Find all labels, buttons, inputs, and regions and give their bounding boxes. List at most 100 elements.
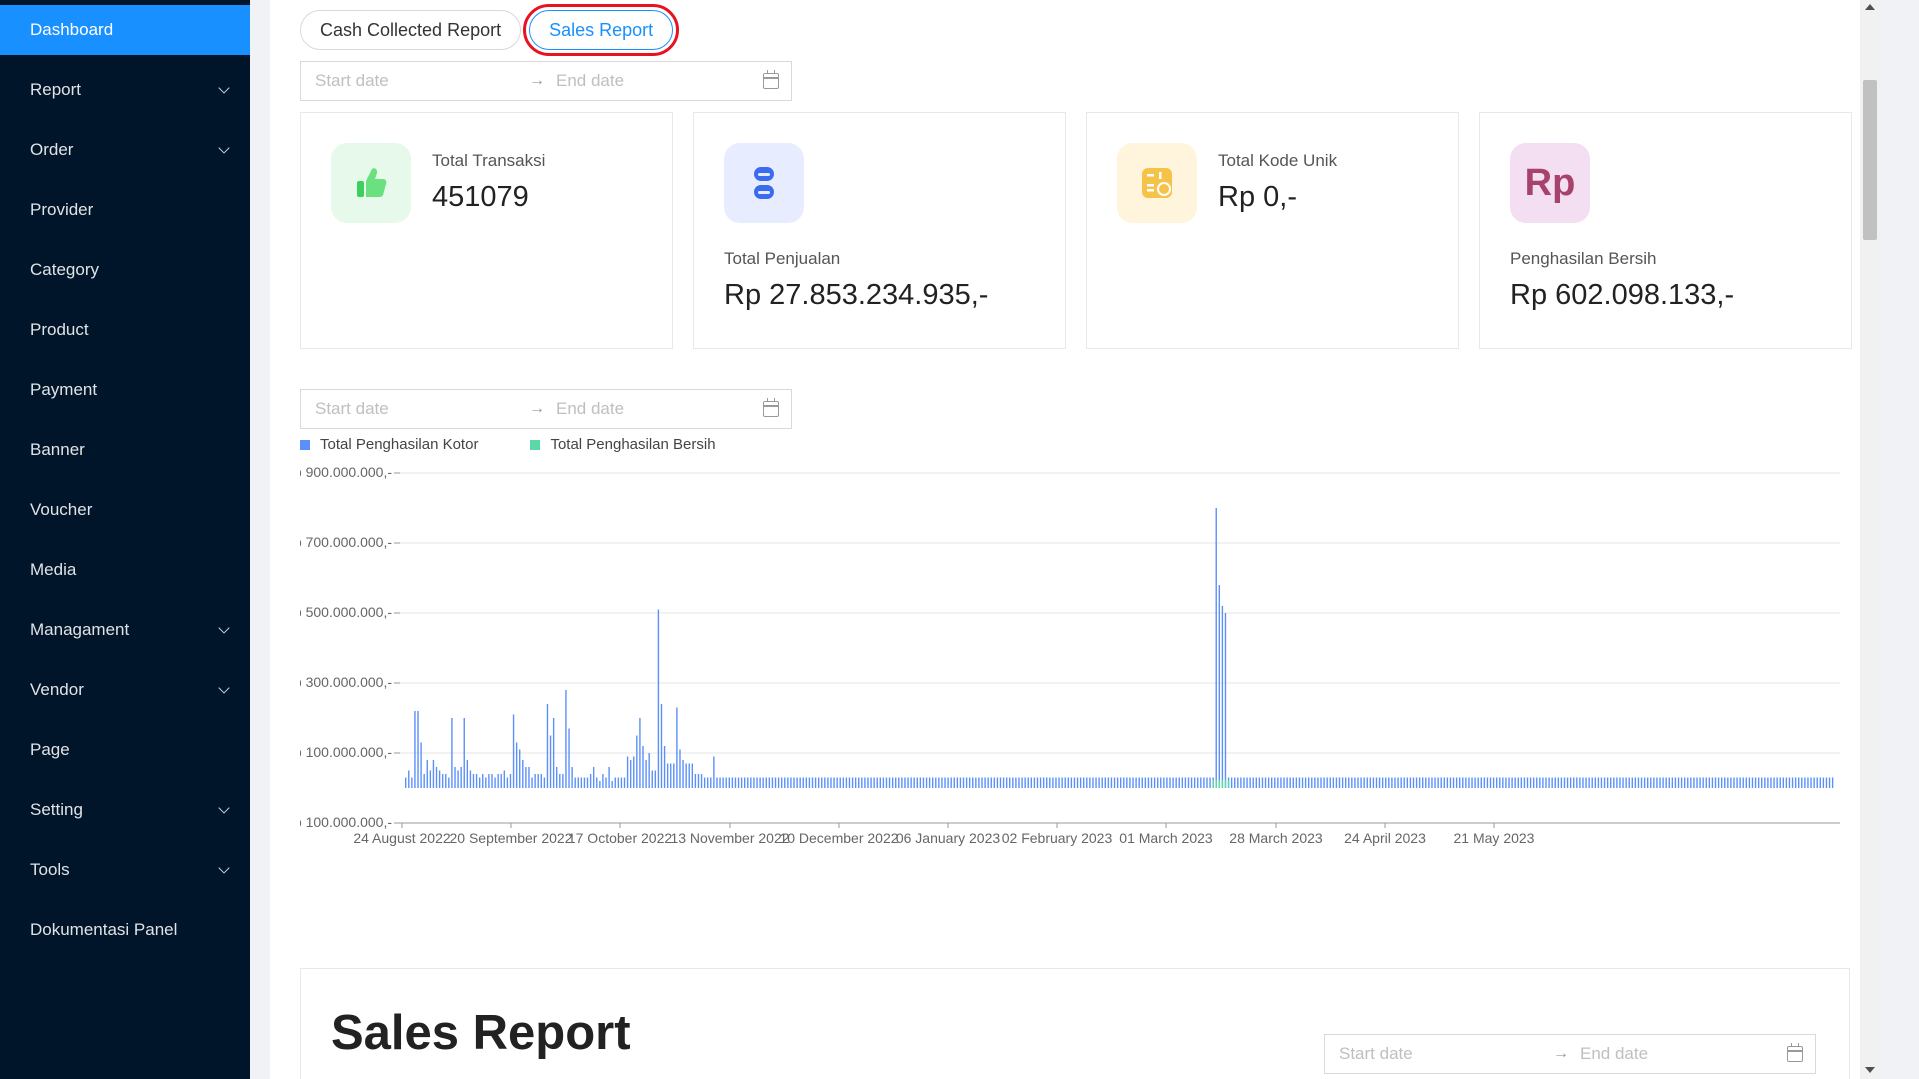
bar-kotor <box>1049 777 1051 788</box>
card-total-transaksi: Total Transaksi 451079 <box>300 112 673 349</box>
bar-kotor <box>1012 777 1014 788</box>
bar-kotor <box>568 728 570 788</box>
bar-kotor <box>814 777 817 788</box>
bar-kotor <box>1274 777 1276 788</box>
chart-date-range-picker[interactable]: Start date → End date <box>300 389 792 429</box>
bar-kotor <box>522 760 524 788</box>
bar-kotor <box>1221 606 1224 788</box>
start-date-input[interactable]: Start date <box>315 399 389 419</box>
sidebar-item-vendor[interactable]: Vendor <box>0 660 250 720</box>
bar-kotor <box>1046 777 1048 788</box>
sidebar-item-order[interactable]: Order <box>0 120 250 180</box>
bar-kotor <box>1042 777 1045 788</box>
end-date-input[interactable]: End date <box>556 71 624 91</box>
bar-kotor <box>780 777 783 788</box>
calendar-icon[interactable] <box>763 70 779 89</box>
bar-kotor <box>1005 777 1008 788</box>
summary-date-range-picker[interactable]: Start date → End date <box>300 61 792 101</box>
bar-kotor <box>1683 777 1686 788</box>
sidebar-item-managament[interactable]: Managament <box>0 600 250 660</box>
bar-kotor <box>1172 777 1174 788</box>
sidebar-item-provider[interactable]: Provider <box>0 180 250 240</box>
bar-kotor <box>1332 777 1335 788</box>
sidebar-item-payment[interactable]: Payment <box>0 360 250 420</box>
bar-kotor <box>725 777 727 788</box>
x-tick-label: 02 February 2023 <box>1002 830 1113 846</box>
bar-kotor <box>1588 777 1590 788</box>
sidebar-item-voucher[interactable]: Voucher <box>0 480 250 540</box>
bar-kotor <box>1400 777 1402 788</box>
bar-kotor <box>1761 777 1763 788</box>
scrollbar-thumb[interactable] <box>1863 80 1877 240</box>
scroll-down-icon[interactable] <box>1865 1067 1875 1073</box>
legend-item-bersih[interactable]: Total Penghasilan Bersih <box>530 436 716 453</box>
sidebar-item-category[interactable]: Category <box>0 240 250 300</box>
bar-kotor <box>411 777 413 788</box>
sidebar-item-media[interactable]: Media <box>0 540 250 600</box>
calendar-icon[interactable] <box>1787 1043 1803 1062</box>
bar-kotor <box>990 777 992 788</box>
start-date-input[interactable]: Start date <box>315 71 389 91</box>
legend-label: Total Penghasilan Bersih <box>550 436 716 453</box>
bar-kotor <box>950 777 952 788</box>
report-date-range-picker[interactable]: Start date → End date <box>1324 1034 1816 1074</box>
bar-kotor <box>1656 777 1658 788</box>
bar-kotor <box>1545 777 1547 788</box>
bar-kotor <box>559 774 561 788</box>
scroll-up-icon[interactable] <box>1865 4 1875 10</box>
bar-kotor <box>700 774 703 788</box>
bar-kotor <box>1079 777 1082 788</box>
bar-kotor <box>1647 777 1649 788</box>
legend-item-kotor[interactable]: Total Penghasilan Kotor <box>300 436 478 453</box>
sidebar-item-dokumentasi-panel[interactable]: Dokumentasi Panel <box>0 900 250 960</box>
sidebar-item-tools[interactable]: Tools <box>0 840 250 900</box>
sidebar-item-dashboard[interactable]: Dashboard <box>0 5 250 55</box>
bar-kotor <box>648 753 650 788</box>
bar-kotor <box>1126 777 1128 788</box>
bar-kotor <box>1163 777 1165 788</box>
end-date-input[interactable]: End date <box>556 399 624 419</box>
bar-kotor <box>716 777 718 788</box>
tab-cash-collected-report[interactable]: Cash Collected Report <box>300 10 522 50</box>
bar-kotor <box>888 777 891 788</box>
bar-kotor <box>1767 777 1769 788</box>
bar-kotor <box>605 777 607 788</box>
bar-kotor <box>1502 777 1504 788</box>
tab-sales-report[interactable]: Sales Report <box>523 4 680 56</box>
x-tick-label: 01 March 2023 <box>1119 830 1213 846</box>
vertical-scrollbar[interactable] <box>1860 0 1880 1079</box>
bar-kotor <box>1397 777 1399 788</box>
bar-kotor <box>1329 777 1331 788</box>
bar-kotor <box>676 707 678 788</box>
bar-kotor <box>916 777 918 788</box>
range-arrow-icon: → <box>529 72 545 89</box>
sidebar-item-product[interactable]: Product <box>0 300 250 360</box>
bar-kotor <box>1471 777 1473 788</box>
calendar-icon[interactable] <box>763 398 779 417</box>
bar-kotor <box>589 774 592 788</box>
bar-kotor <box>1304 777 1307 788</box>
sidebar-item-label: Provider <box>30 200 94 219</box>
end-date-input[interactable]: End date <box>1580 1044 1648 1064</box>
bar-kotor <box>614 777 616 788</box>
bar-kotor <box>1141 777 1143 788</box>
sidebar-item-setting[interactable]: Setting <box>0 780 250 840</box>
bar-kotor <box>1169 777 1171 788</box>
bar-kotor <box>1341 777 1344 788</box>
bar-kotor <box>1717 777 1720 788</box>
bar-kotor <box>1076 777 1079 788</box>
bar-kotor <box>1132 777 1134 788</box>
bar-kotor <box>861 777 863 788</box>
bar-kotor <box>1699 777 1701 788</box>
start-date-input[interactable]: Start date <box>1339 1044 1413 1064</box>
sidebar-item-report[interactable]: Report <box>0 60 250 120</box>
x-tick-label: 28 March 2023 <box>1229 830 1323 846</box>
bar-kotor <box>1434 777 1436 788</box>
bar-kotor <box>1449 777 1452 788</box>
bar-kotor <box>1215 508 1217 788</box>
bar-kotor <box>651 770 653 788</box>
sidebar-item-banner[interactable]: Banner <box>0 420 250 480</box>
bar-kotor <box>1480 777 1482 788</box>
sidebar-item-page[interactable]: Page <box>0 720 250 780</box>
bar-kotor <box>1378 777 1381 788</box>
